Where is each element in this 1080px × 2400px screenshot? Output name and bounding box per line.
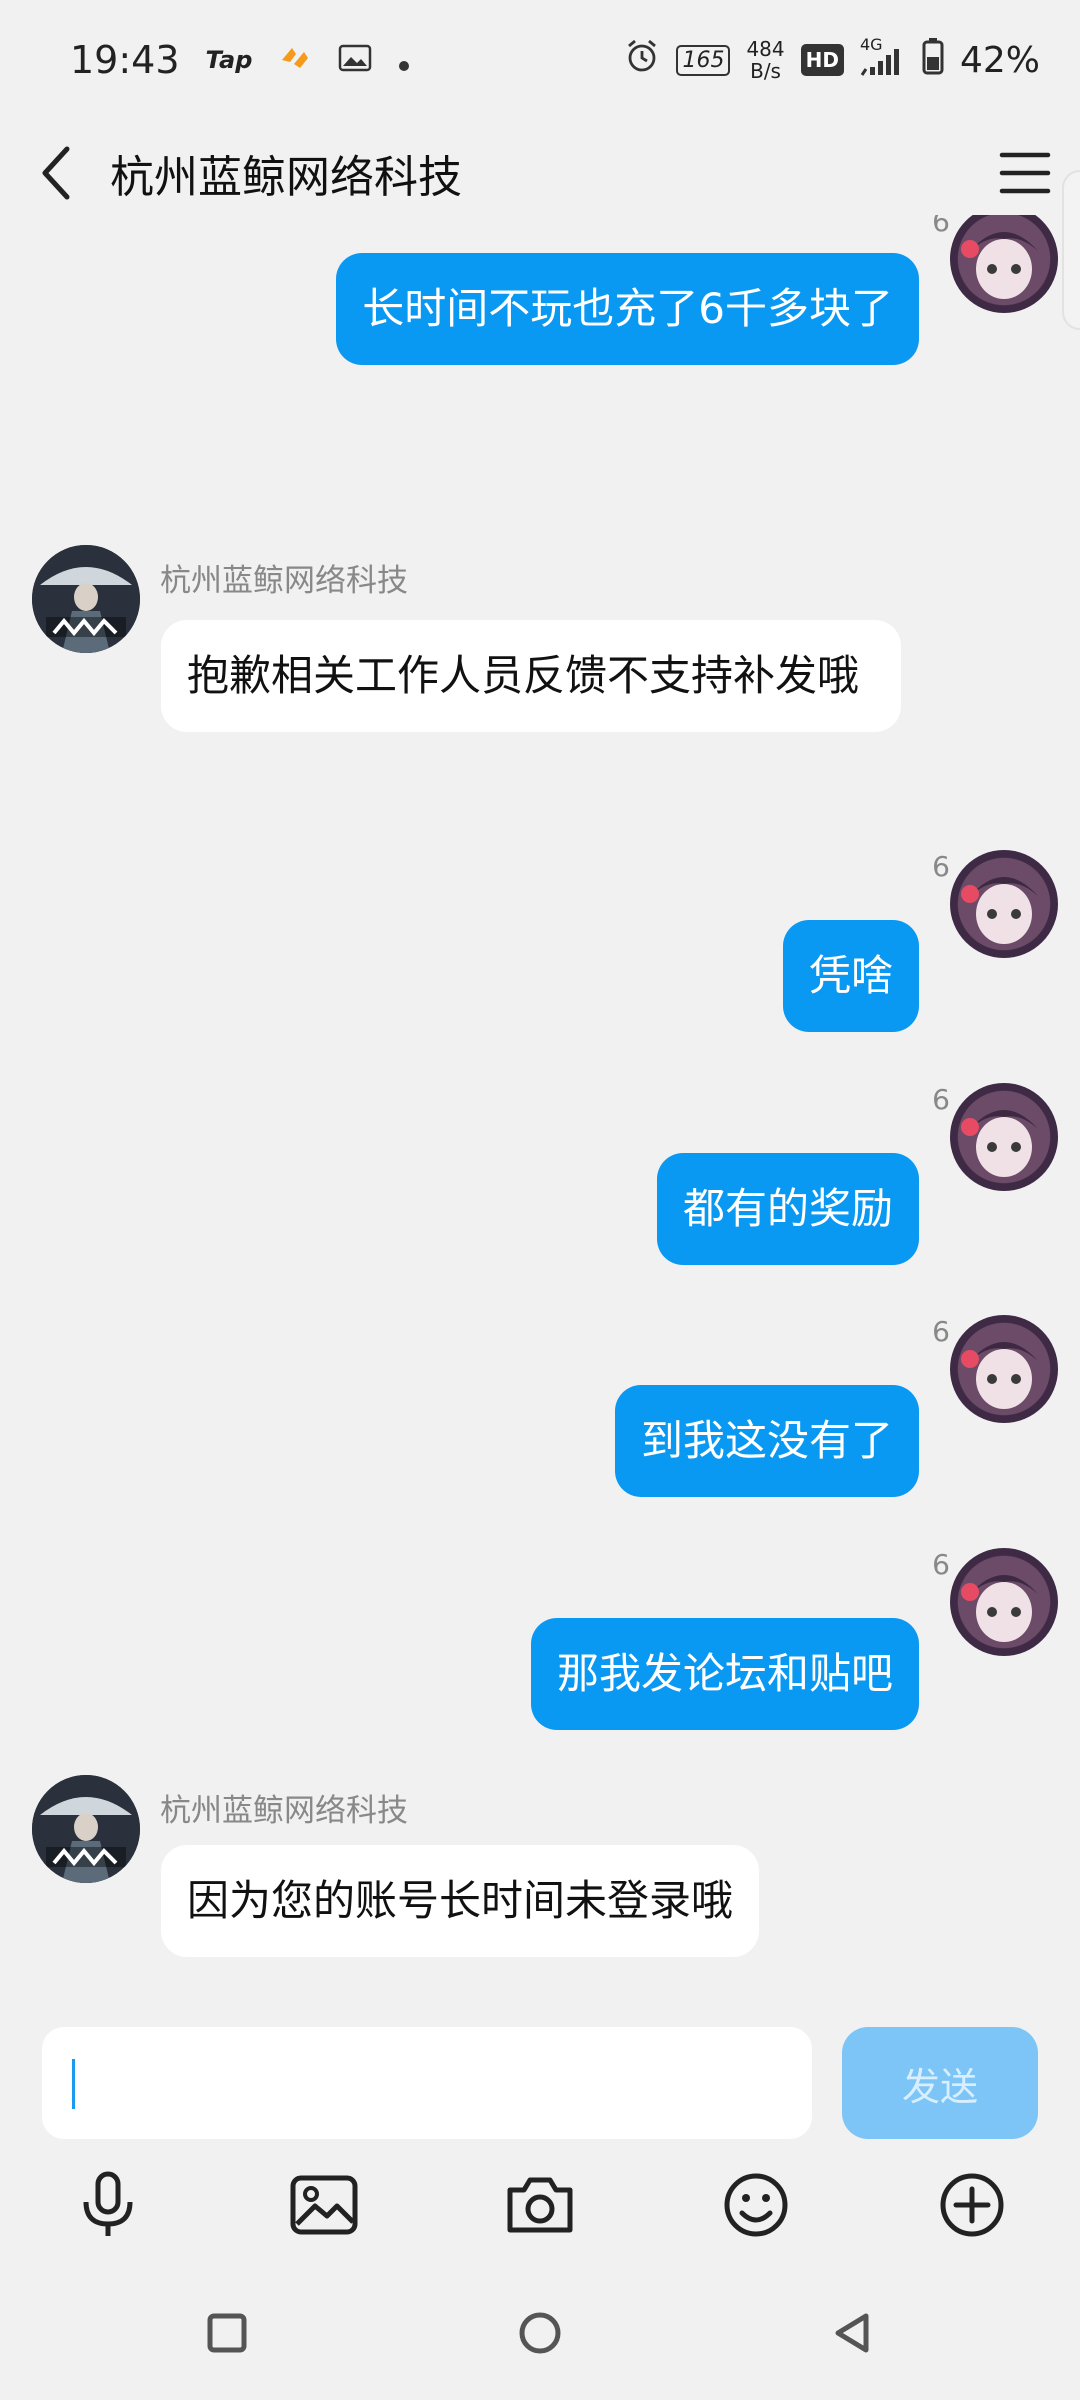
- back-nav-button[interactable]: [818, 2298, 888, 2368]
- message-bubble[interactable]: 都有的奖励: [656, 1153, 919, 1265]
- microphone-icon: [83, 2171, 133, 2236]
- hamburger-menu-icon: [999, 152, 1051, 193]
- message-item: 杭州蓝鲸网络科技 因为您的账号长时间未登录哦: [0, 1775, 1080, 1957]
- message-bubble[interactable]: 长时间不玩也充了6千多块了: [336, 253, 919, 365]
- my-avatar[interactable]: [950, 215, 1058, 313]
- chat-title: 杭州蓝鲸网络科技: [110, 151, 462, 203]
- message-bubble[interactable]: 因为您的账号长时间未登录哦: [161, 1845, 760, 1957]
- chat-header: 杭州蓝鲸网络科技: [0, 130, 1080, 215]
- message-bubble[interactable]: 凭啥: [782, 920, 919, 1032]
- recents-button[interactable]: [192, 2298, 262, 2368]
- avatar-face-icon: [961, 1575, 1038, 1642]
- message-list[interactable]: 6 长时间不玩也充了6千多块了 杭州蓝鲸网络科技 抱歉相关工作人员反馈不支持补发…: [0, 215, 1080, 2005]
- image-icon: [290, 2175, 358, 2235]
- sender-name: 杭州蓝鲸网络科技: [160, 1793, 408, 1829]
- refresh-rate-icon: 165: [676, 44, 731, 76]
- camera-button[interactable]: [500, 2165, 580, 2245]
- message-input[interactable]: [42, 2027, 812, 2139]
- home-button[interactable]: [505, 2298, 575, 2368]
- image-button[interactable]: [284, 2165, 364, 2245]
- my-avatar[interactable]: [950, 1083, 1058, 1191]
- emoji-button[interactable]: [716, 2165, 796, 2245]
- network-type: 4G: [859, 35, 883, 54]
- text-caret: [72, 2059, 75, 2109]
- plus-circle-icon: [940, 2173, 1004, 2237]
- alarm-icon: [624, 38, 660, 83]
- network-speed-value: 484: [746, 37, 785, 61]
- avatar-swordsman-icon: [32, 545, 140, 653]
- send-button[interactable]: 发送: [842, 2027, 1038, 2139]
- sender-name: 杭州蓝鲸网络科技: [160, 563, 408, 599]
- signal-icon: 4G: [860, 35, 906, 77]
- message-item: 6 都有的奖励: [0, 1083, 1080, 1265]
- message-item: 6 那我发论坛和贴吧: [0, 1548, 1080, 1730]
- my-avatar[interactable]: [950, 1315, 1058, 1423]
- avatar-face-icon: [961, 877, 1038, 944]
- message-bubble[interactable]: 那我发论坛和贴吧: [530, 1618, 919, 1730]
- message-item: 6 凭啥: [0, 850, 1080, 1032]
- message-bubble[interactable]: 抱歉相关工作人员反馈不支持补发哦: [161, 620, 901, 732]
- avatar-face-icon: [961, 232, 1038, 299]
- my-avatar[interactable]: [950, 1548, 1058, 1656]
- voice-button[interactable]: [68, 2165, 148, 2245]
- status-time: 19:43: [70, 38, 180, 82]
- hd-voice-icon: HD: [800, 44, 844, 76]
- avatar-face-icon: [961, 1110, 1038, 1177]
- system-navigation-bar: [0, 2270, 1080, 2400]
- message-item: 6 长时间不玩也充了6千多块了: [0, 215, 1080, 365]
- tap-app-icon: Tap: [205, 46, 253, 74]
- back-button[interactable]: [0, 130, 110, 215]
- battery-icon: [922, 37, 944, 84]
- status-bar: 19:43 Tap 165 484 B/s HD 4G 42%: [0, 0, 1080, 120]
- camera-icon: [507, 2177, 573, 2233]
- sender-name: 6: [932, 850, 950, 883]
- more-button[interactable]: [932, 2165, 1012, 2245]
- sender-name: 6: [932, 1548, 950, 1581]
- contact-avatar[interactable]: [32, 1775, 140, 1883]
- app-notification-icon: [278, 40, 312, 81]
- avatar-swordsman-icon: [32, 1775, 140, 1883]
- message-item: 6 到我这没有了: [0, 1315, 1080, 1497]
- contact-avatar[interactable]: [32, 545, 140, 653]
- back-arrow-icon: [42, 146, 70, 199]
- my-avatar[interactable]: [950, 850, 1058, 958]
- square-icon: [207, 2313, 247, 2353]
- network-speed: 484 B/s: [746, 38, 784, 82]
- message-item: 杭州蓝鲸网络科技 抱歉相关工作人员反馈不支持补发哦: [0, 545, 1080, 805]
- avatar-face-icon: [961, 1342, 1038, 1409]
- more-notifications-dot-icon: [398, 40, 410, 81]
- emoji-icon: [724, 2173, 788, 2237]
- sender-name: 6: [932, 1315, 950, 1348]
- triangle-back-icon: [835, 2313, 869, 2353]
- battery-percentage: 42%: [959, 39, 1040, 81]
- sender-name: 6: [932, 215, 950, 238]
- circle-icon: [519, 2312, 561, 2354]
- gallery-notification-icon: [338, 40, 372, 81]
- sender-name: 6: [932, 1083, 950, 1116]
- message-bubble[interactable]: 到我这没有了: [614, 1385, 919, 1497]
- network-speed-unit: B/s: [750, 59, 781, 83]
